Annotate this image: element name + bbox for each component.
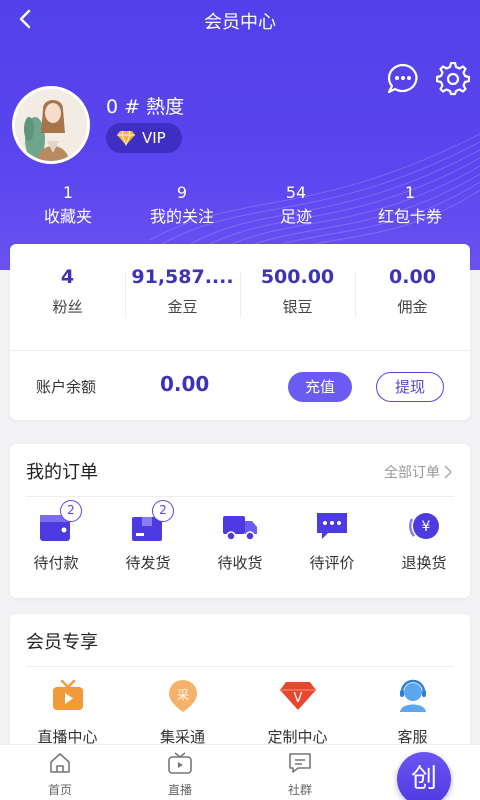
divider	[26, 496, 454, 497]
wallet-fans[interactable]: 4 粉丝	[10, 264, 125, 334]
username: 0 # 熱度	[106, 96, 185, 118]
community-icon	[289, 753, 311, 773]
message-button[interactable]	[386, 62, 420, 96]
order-pending-shipment[interactable]: 2 待发货	[102, 500, 194, 573]
tab-label: 首页	[47, 783, 72, 797]
review-icon	[312, 506, 352, 546]
top-bar: 会员中心	[0, 0, 480, 40]
all-orders-label: 全部订单	[384, 465, 440, 481]
order-label: 待付款	[33, 554, 79, 572]
recharge-button[interactable]: 充值	[288, 372, 352, 402]
vip-live-center[interactable]: 直播中心	[10, 676, 125, 747]
wallet-value: 500.00	[260, 266, 335, 288]
vip-exclusive-card: 会员专享 直播中心 采 集采通 V 定制中心 客服	[10, 614, 470, 764]
tab-label: 社群	[287, 783, 312, 797]
order-label: 待发货	[125, 554, 171, 572]
stat-value: 54	[285, 183, 307, 202]
wallet-value: 0.00	[389, 266, 436, 288]
gear-icon	[435, 61, 471, 96]
vip-title: 会员专享	[26, 632, 98, 653]
avatar-illustration	[15, 89, 87, 161]
count-badge: 2	[152, 500, 174, 522]
wallet-gold-beans[interactable]: 91,587.... 金豆	[125, 264, 240, 334]
page-title: 会员中心	[204, 12, 276, 33]
chevron-right-icon	[444, 465, 452, 479]
wallet-label: 金豆	[167, 298, 198, 316]
tab-home[interactable]: 首页	[0, 745, 120, 800]
refund-icon: ¥	[404, 506, 444, 546]
user-stats: 1 收藏夹 9 我的关注 54 足迹 1 红包卡券	[0, 182, 480, 230]
chat-bubble-icon	[387, 63, 418, 94]
stat-value: 1	[404, 183, 416, 202]
vip-collect[interactable]: 采 集采通	[125, 676, 240, 747]
live-icon	[168, 752, 192, 774]
count-badge: 2	[60, 500, 82, 522]
divider	[10, 350, 470, 351]
svg-text:¥: ¥	[422, 519, 431, 535]
stat-footprint[interactable]: 54 足迹	[239, 182, 353, 230]
vip-services-row: 直播中心 采 集采通 V 定制中心 客服	[10, 676, 470, 747]
divider	[26, 666, 454, 667]
tab-label: 直播	[167, 783, 192, 797]
withdraw-button[interactable]: 提现	[376, 372, 444, 402]
vip-custom-center[interactable]: V 定制中心	[240, 676, 355, 747]
balance-label: 账户余额	[36, 378, 97, 396]
stat-coupons[interactable]: 1 红包卡券	[353, 182, 467, 230]
order-label: 待评价	[309, 554, 355, 572]
order-status-row: 2 待付款 2 待发货 待收货 待评价 ¥ 退换货	[10, 500, 470, 573]
tab-live[interactable]: 直播	[120, 745, 240, 800]
orders-card: 我的订单 全部订单 2 待付款 2 待发货 待收货 待评价 ¥ 退换货	[10, 444, 470, 598]
order-returns[interactable]: ¥ 退换货	[378, 506, 470, 573]
collect-glyph: 采	[176, 688, 188, 702]
order-label: 退换货	[401, 554, 447, 572]
stat-label: 收藏夹	[43, 207, 92, 226]
order-pending-review[interactable]: 待评价	[286, 506, 378, 573]
tab-community[interactable]: 社群	[240, 745, 360, 800]
settings-button[interactable]	[435, 61, 471, 96]
wallet-commission[interactable]: 0.00 佣金	[355, 264, 470, 334]
all-orders-link[interactable]: 全部订单	[384, 462, 452, 482]
gem-glyph: V	[293, 691, 302, 706]
vip-label: VIP	[142, 129, 166, 147]
stat-favorites[interactable]: 1 收藏夹	[11, 182, 125, 230]
order-label: 待收货	[217, 554, 263, 572]
wallet-row: 4 粉丝 91,587.... 金豆 500.00 银豆 0.00 佣金	[10, 264, 470, 334]
live-tv-icon	[48, 676, 88, 716]
wallet-value: 91,587....	[131, 266, 234, 288]
balance-value: 0.00	[160, 372, 210, 396]
wallet-value: 4	[60, 266, 75, 288]
stat-value: 9	[176, 183, 188, 202]
stat-label: 我的关注	[149, 207, 214, 226]
avatar[interactable]	[12, 86, 90, 164]
stat-label: 足迹	[279, 207, 312, 226]
customer-service-icon	[393, 676, 433, 716]
vip-customer-service[interactable]: 客服	[355, 676, 470, 747]
wallet-icon: 2	[36, 500, 82, 546]
wallet-label: 粉丝	[52, 298, 83, 316]
wallet-label: 银豆	[282, 298, 313, 316]
stat-label: 红包卡券	[377, 207, 442, 226]
vip-badge[interactable]: VIP	[106, 123, 182, 153]
home-icon	[50, 753, 70, 773]
orders-title: 我的订单	[26, 462, 98, 483]
wallet-card: 4 粉丝 91,587.... 金豆 500.00 银豆 0.00 佣金 账户余…	[10, 244, 470, 420]
package-icon: 2	[128, 500, 174, 546]
stat-value: 1	[62, 183, 74, 202]
order-pending-receipt[interactable]: 待收货	[194, 506, 286, 573]
create-button[interactable]: 创	[397, 752, 451, 800]
wallet-label: 佣金	[397, 298, 428, 316]
gem-icon: V	[278, 676, 318, 716]
truck-icon	[220, 506, 260, 546]
order-pending-payment[interactable]: 2 待付款	[10, 500, 102, 573]
diamond-icon	[117, 130, 135, 146]
collect-icon: 采	[163, 676, 203, 716]
wallet-silver-beans[interactable]: 500.00 银豆	[240, 264, 355, 334]
stat-following[interactable]: 9 我的关注	[125, 182, 239, 230]
